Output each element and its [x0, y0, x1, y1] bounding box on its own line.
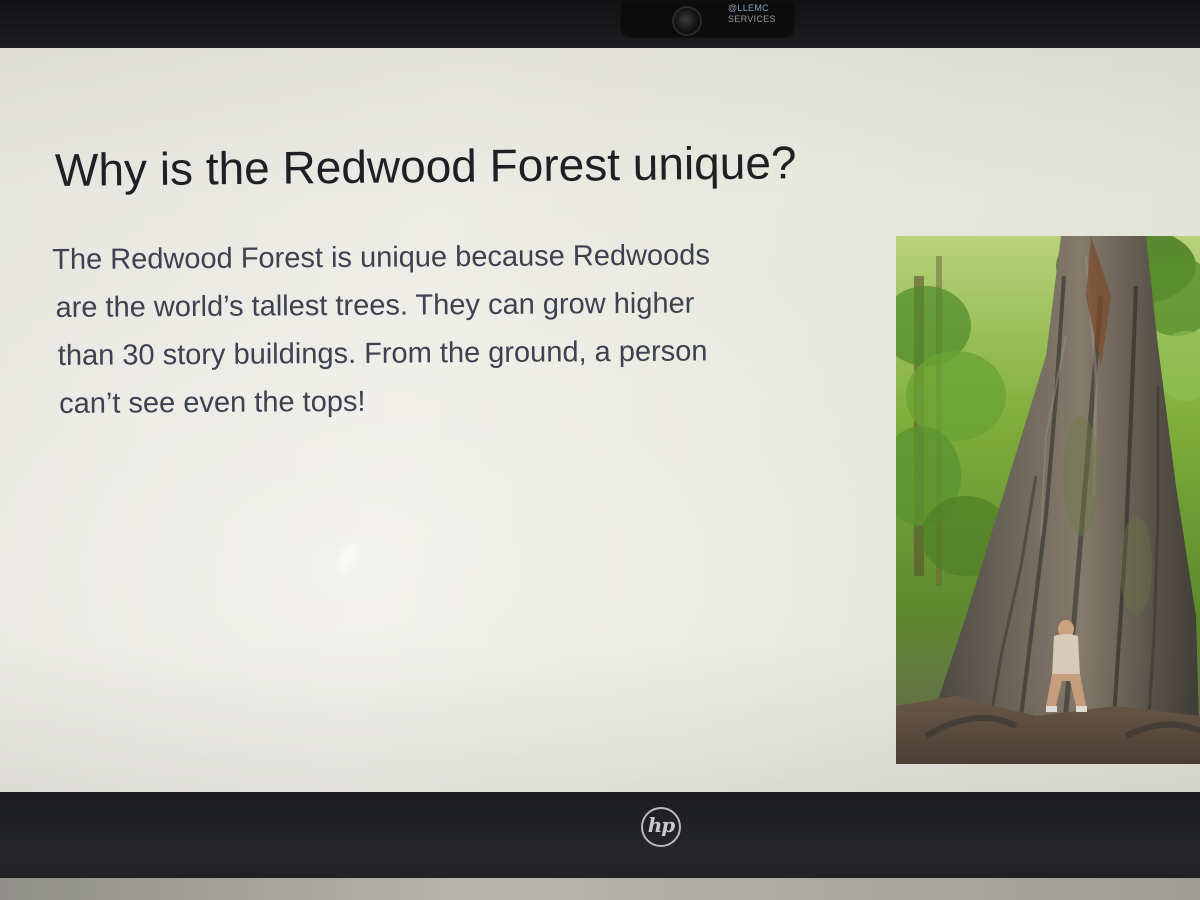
laptop-screen: Why is the Redwood Forest unique? The Re…: [0, 48, 1200, 792]
slide-body-line: can’t see even the tops!: [59, 385, 366, 420]
slide-body-line: The Redwood Forest is unique because Red…: [52, 239, 710, 276]
slide-body-line: are the world’s tallest trees. They can …: [55, 287, 695, 324]
hp-logo-text: hp: [647, 813, 676, 837]
webcam-label-line1: @LLEMC: [728, 3, 769, 13]
laptop-photo: @LLEMC SERVICES Why is the Redwood Fores…: [0, 0, 1200, 900]
redwood-tree-image: [896, 236, 1200, 764]
screen-glare: [334, 541, 360, 575]
slide-body-line: than 30 story buildings. From the ground…: [57, 335, 708, 372]
webcam-icon: @LLEMC SERVICES: [620, 0, 795, 38]
slide-title: Why is the Redwood Forest unique?: [54, 136, 797, 196]
webcam-label-line2: SERVICES: [728, 14, 776, 24]
redwood-tree-illustration: [896, 236, 1200, 764]
webcam-label: @LLEMC SERVICES: [728, 3, 776, 25]
slide-body: The Redwood Forest is unique because Red…: [52, 230, 873, 428]
hp-logo-icon: hp: [641, 807, 681, 847]
countertop: [0, 878, 1200, 900]
webcam-lens: [672, 6, 702, 36]
presentation-slide: Why is the Redwood Forest unique? The Re…: [0, 48, 1200, 792]
